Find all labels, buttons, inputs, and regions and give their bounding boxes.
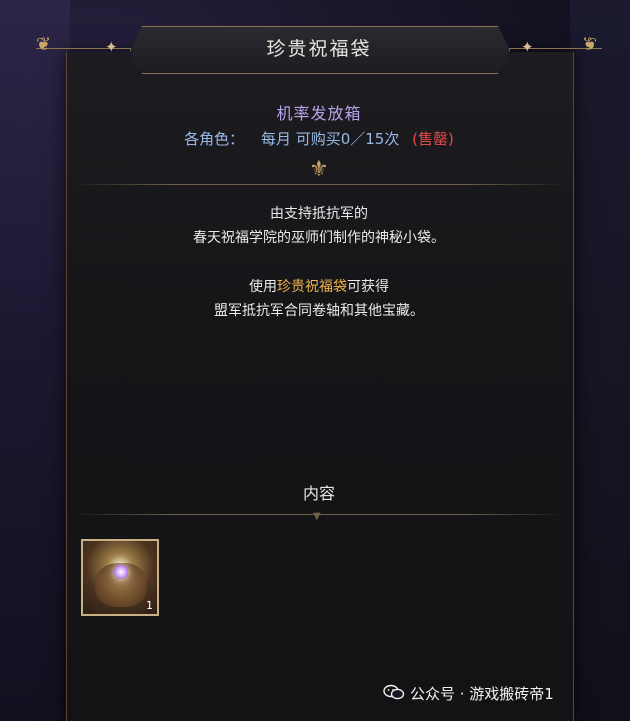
- purchase-limit-row: 各角色： 每月 可购买0／15次 (售罄): [66, 128, 572, 149]
- description-line-1: 由支持抵抗军的: [270, 206, 368, 222]
- content-item-slot[interactable]: 1: [81, 539, 159, 616]
- wechat-icon: [383, 684, 405, 700]
- item-count: 1: [146, 599, 153, 612]
- item-detail-panel: [66, 52, 574, 721]
- window-title: 珍贵祝福袋: [266, 38, 372, 60]
- contents-notch-icon: ▼: [313, 511, 321, 522]
- fleur-de-lis-icon: ⚜: [309, 157, 329, 182]
- right-flourish-icon: ❦: [582, 34, 598, 55]
- limit-label: 各角色：: [184, 130, 245, 148]
- background-right: [570, 0, 630, 721]
- description-line-2: 春天祝福学院的巫师们制作的神秘小袋。: [193, 230, 445, 246]
- description-block-1: 由支持抵抗军的 春天祝福学院的巫师们制作的神秘小袋。: [66, 202, 572, 250]
- sold-out-badge: (售罄): [412, 130, 454, 148]
- left-flourish-icon: ❦: [36, 34, 52, 55]
- item-type-label: 机率发放箱: [276, 104, 362, 123]
- background-left: [0, 0, 70, 721]
- description-block-2: 使用珍贵祝福袋可获得 盟军抵抗军合同卷轴和其他宝藏。: [66, 275, 572, 323]
- contents-heading: 内容: [302, 484, 335, 503]
- bag-gem-icon: [114, 565, 128, 579]
- watermark-text: 公众号 · 游戏搬砖帝1: [410, 685, 554, 703]
- description-line-4: 盟军抵抗军合同卷轴和其他宝藏。: [214, 303, 424, 319]
- right-sparkle-icon: ✦: [521, 38, 534, 56]
- item-name-highlight: 珍贵祝福袋: [277, 279, 347, 295]
- description-line-3: 使用珍贵祝福袋可获得: [66, 275, 572, 299]
- header-divider: [72, 184, 566, 185]
- description-line-3-prefix: 使用: [249, 279, 277, 295]
- limit-value: 每月 可购买0／15次: [260, 130, 400, 148]
- left-sparkle-icon: ✦: [105, 38, 118, 56]
- description-line-3-suffix: 可获得: [347, 279, 389, 295]
